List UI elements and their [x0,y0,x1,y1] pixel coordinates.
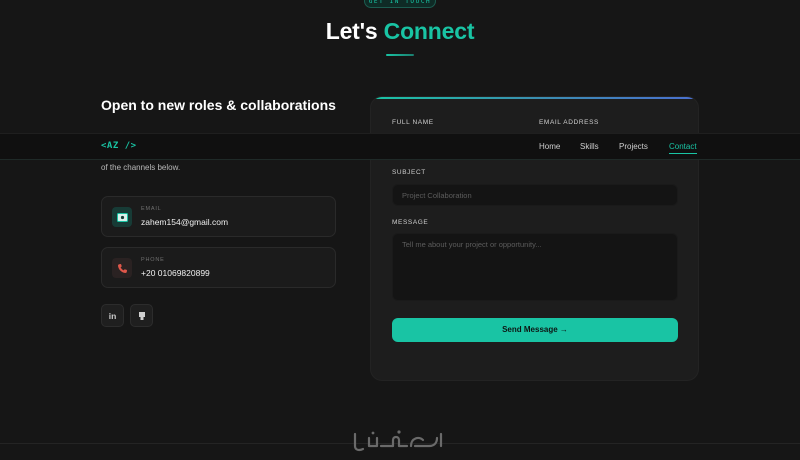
full-name-label: FULL NAME [392,119,434,126]
form-accent-line [371,97,698,99]
title-accent: Connect [383,18,475,44]
nav-item-projects[interactable]: Projects [619,142,648,151]
message-textarea[interactable]: Tell me about your project or opportunit… [392,233,678,301]
logo-bracket-close: /> [124,141,137,151]
linkedin-button[interactable]: in [101,304,124,327]
top-navbar: <AZ /> Home Skills Projects Contact [0,133,800,160]
nav-item-skills[interactable]: Skills [580,142,599,151]
subject-input[interactable]: Project Collaboration [392,184,678,206]
nav-item-home[interactable]: Home [539,142,560,151]
title-text: Let's [325,18,384,44]
email-address-label: EMAIL ADDRESS [539,119,599,126]
phone-icon [112,258,132,278]
message-label: MESSAGE [392,219,429,226]
github-button[interactable] [130,304,153,327]
left-heading: Open to new roles & collaborations [101,97,336,113]
email-value[interactable]: zahem154@gmail.com [141,217,228,227]
phone-card[interactable]: PHONE +20 01069820899 [101,247,336,288]
logo-bracket-open: <AZ [101,141,125,151]
phone-value[interactable]: +20 01069820899 [141,268,210,278]
watermark-logo [353,430,443,452]
title-underline [386,54,414,56]
linkedin-icon: in [108,310,117,321]
subject-label: SUBJECT [392,169,426,176]
phone-label: PHONE [141,257,165,263]
contact-page: GET IN TOUCH Let's Connect Open to new r… [0,0,800,460]
section-eyebrow-badge: GET IN TOUCH [364,0,436,8]
section-title: Let's Connect [0,18,800,45]
email-card[interactable]: EMAIL zahem154@gmail.com [101,196,336,237]
site-logo[interactable]: <AZ /> [101,141,137,151]
email-label: EMAIL [141,206,162,212]
github-icon [138,311,145,320]
left-intro-text: of the channels below. [101,163,181,172]
send-message-button[interactable]: Send Message → [392,318,678,342]
nav-item-contact[interactable]: Contact [669,142,697,154]
email-icon [112,207,132,227]
